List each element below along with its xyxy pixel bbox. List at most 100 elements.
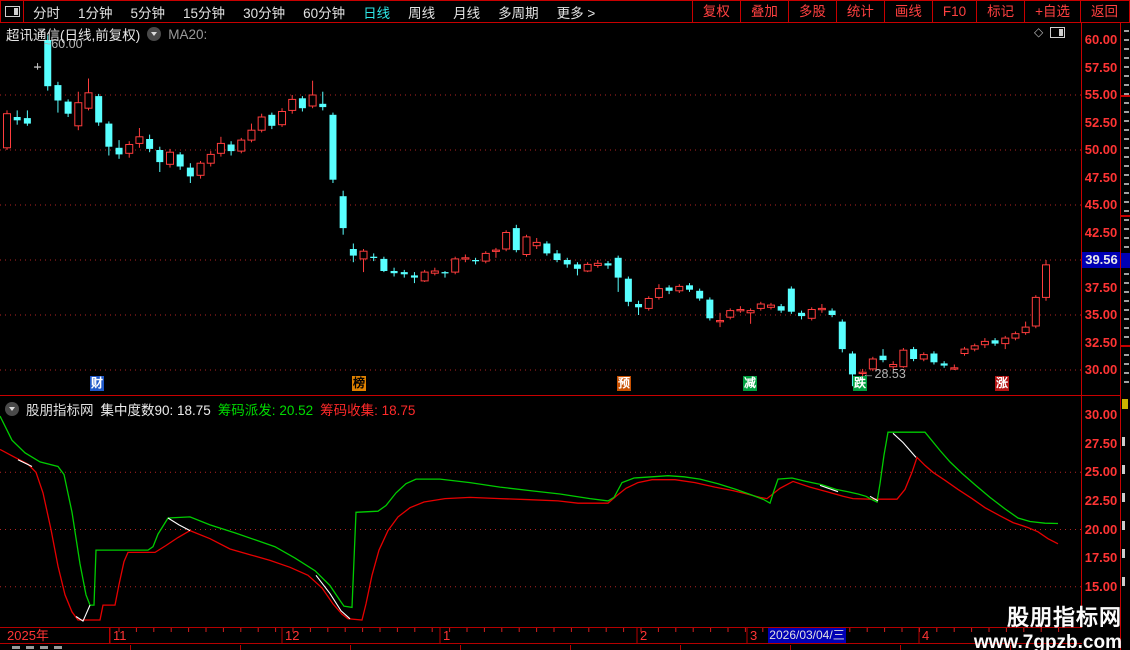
- window-layout-icon: [4, 6, 20, 17]
- sub-axis-label-25.00: 25.00: [1084, 464, 1118, 480]
- menu-item-多股[interactable]: 多股: [787, 1, 836, 22]
- sub-axis-label-27.50: 27.50: [1084, 435, 1118, 451]
- minimap-tick: [1124, 138, 1129, 140]
- minimap-tick: [1124, 210, 1129, 212]
- menu-item-返回[interactable]: 返回: [1080, 1, 1128, 22]
- sub-axis-label-15.00: 15.00: [1084, 578, 1118, 594]
- sub-axis-label-30.00: 30.00: [1084, 407, 1118, 422]
- main-axis-label-47.50: 47.50: [1084, 169, 1118, 185]
- minimap-tick: [1124, 327, 1129, 329]
- minimap-tick: [1124, 102, 1129, 104]
- maximize-pane-icon[interactable]: [1050, 26, 1066, 38]
- menu-item-日线[interactable]: 日线: [354, 2, 399, 22]
- event-marker-涨[interactable]: 涨: [995, 376, 1009, 391]
- event-marker-跌[interactable]: 跌: [853, 376, 867, 391]
- timeline-month-12: 12: [285, 628, 300, 643]
- cutoff-glyph: [54, 646, 62, 649]
- window-layout-button[interactable]: [1, 1, 24, 22]
- menu-item-1分钟[interactable]: 1分钟: [69, 2, 122, 22]
- cutoff-tick: [130, 645, 131, 650]
- menu-item-5分钟[interactable]: 5分钟: [122, 2, 175, 22]
- minimap-divider: [1121, 95, 1130, 97]
- watermark: 股朋指标网 www.7gpzb.com: [974, 600, 1122, 650]
- diamond-icon[interactable]: ◇: [1034, 26, 1043, 38]
- minimap-tick: [1124, 192, 1129, 194]
- minimap-tick: [1124, 39, 1129, 41]
- watermark-url: www.7gpzb.com: [973, 632, 1122, 650]
- minimap-tick: [1124, 129, 1129, 131]
- menu-item-15分钟[interactable]: 15分钟: [174, 2, 234, 22]
- timeline-ticks: [109, 628, 1060, 643]
- main-axis-label-45.00: 45.00: [1084, 197, 1118, 212]
- minimap-tick: [1124, 363, 1129, 365]
- symbol-title: 超讯通信(日线,前复权): [6, 28, 141, 43]
- event-marker-减[interactable]: 减: [743, 376, 757, 391]
- menu-item-叠加[interactable]: 叠加: [739, 1, 788, 22]
- minimap-tick: [1124, 201, 1129, 203]
- cutoff-tick: [460, 645, 461, 650]
- timeline-axis[interactable]: 2025年 11 12 1 2 3 4 2026/03/04/三: [0, 627, 1082, 644]
- menu-item-画线[interactable]: 画线: [883, 1, 932, 22]
- chevron-down-icon[interactable]: [147, 27, 162, 41]
- minimap-tick: [1124, 354, 1129, 356]
- minimap-tick: [1124, 84, 1129, 86]
- indicator-sub-chart[interactable]: [0, 396, 1081, 627]
- minimap-tick: [1124, 66, 1129, 68]
- menu-item-月线[interactable]: 月线: [444, 2, 489, 22]
- menu-item-30分钟[interactable]: 30分钟: [234, 2, 294, 22]
- minimap-tick: [1124, 111, 1129, 113]
- right-minimap-strip[interactable]: [1121, 22, 1130, 650]
- menu-item-多周期[interactable]: 多周期: [489, 2, 548, 22]
- cutoff-tick: [570, 645, 571, 650]
- main-axis-label-30.00: 30.00: [1084, 362, 1118, 377]
- main-axis-label-32.50: 32.50: [1084, 334, 1118, 350]
- main-axis-label-42.50: 42.50: [1084, 224, 1118, 240]
- chart-title-row: 超讯通信(日线,前复权) MA20:: [6, 24, 207, 44]
- last-price-tag: 39.56: [1082, 252, 1121, 268]
- main-axis-label-55.00: 55.00: [1084, 87, 1118, 102]
- menu-item-周线[interactable]: 周线: [399, 2, 444, 22]
- trading-terminal-window: 分时 1分钟 5分钟 15分钟 30分钟 60分钟 日线 周线 月线 多周期 更多 > 复权 叠加 多股…: [0, 0, 1130, 650]
- menu-item-更多 >[interactable]: 更多 >: [548, 2, 605, 22]
- minimap-tick: [1124, 318, 1129, 320]
- event-marker-榜[interactable]: 榜: [352, 376, 366, 391]
- minimap-digit-stub: [1122, 549, 1125, 558]
- menu-item-标记[interactable]: 标记: [976, 1, 1024, 22]
- indicator-source-label: 股朋指标网: [26, 403, 94, 418]
- menu-item-统计[interactable]: 统计: [835, 1, 884, 22]
- minimap-tick: [1124, 372, 1129, 374]
- cutoff-tick: [900, 645, 901, 650]
- timeline-month-4: 4: [922, 628, 930, 643]
- menu-item-分时[interactable]: 分时: [24, 2, 69, 22]
- main-axis-label-35.00: 35.00: [1084, 307, 1118, 322]
- minimap-tick: [1124, 246, 1129, 248]
- minimap-tick: [1124, 219, 1129, 221]
- main-candlestick-chart[interactable]: [0, 22, 1081, 396]
- date-cursor-tag: 2026/03/04/三: [768, 628, 846, 643]
- indicator-header: 股朋指标网 集中度数90: 18.75 筹码派发: 20.52 筹码收集: 18…: [5, 399, 415, 419]
- minimap-tick: [1124, 282, 1129, 284]
- menu-item-复权[interactable]: 复权: [691, 1, 740, 22]
- event-marker-预[interactable]: 预: [617, 376, 631, 391]
- menu-item-60分钟[interactable]: 60分钟: [294, 2, 354, 22]
- watermark-site-name: 股朋指标网: [1006, 605, 1122, 630]
- cutoff-glyph: [26, 646, 34, 649]
- minimap-tick: [1124, 300, 1129, 302]
- minimap-tick: [1124, 48, 1129, 50]
- chevron-down-icon[interactable]: [5, 402, 19, 416]
- minimap-yellow-glyph: [1122, 399, 1128, 409]
- pane-corner-icons: ◇: [1034, 26, 1066, 38]
- menu-item-+自选[interactable]: +自选: [1024, 1, 1080, 22]
- event-marker-财[interactable]: 财: [90, 376, 104, 391]
- minimap-current-block: [1121, 253, 1130, 268]
- cutoff-tick: [240, 645, 241, 650]
- minimap-tick: [1124, 381, 1129, 383]
- main-axis-label-50.00: 50.00: [1084, 142, 1118, 157]
- minimap-tick: [1124, 291, 1129, 293]
- minimap-tick: [1124, 174, 1129, 176]
- menu-item-F10[interactable]: F10: [931, 1, 976, 22]
- sub-axis-label-20.00: 20.00: [1084, 521, 1118, 537]
- minimap-tick: [1124, 183, 1129, 185]
- cutoff-glyph: [12, 646, 20, 649]
- minimap-tick: [1124, 75, 1129, 77]
